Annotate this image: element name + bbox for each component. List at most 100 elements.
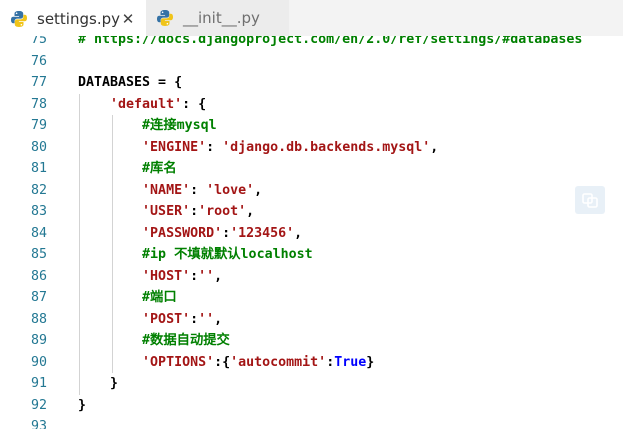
code-token: 'django.db.backends.mysql' [222,139,431,155]
code-text: #连接mysql [78,115,217,137]
line-number: 90 [30,354,47,370]
code-token: 'PASSWORD' [142,225,223,241]
code-token: '' [198,268,215,284]
line-number: 79 [30,118,47,133]
code-token: 'default' [110,96,183,112]
code-line[interactable]: 92} [0,395,623,417]
code-text: 'POST':'', [78,309,222,331]
code-token: : [190,204,199,219]
code-token: #端口 [142,290,177,305]
line-number: 76 [30,53,47,69]
code-token: 'autocommit' [230,354,327,370]
line-number: 82 [30,182,47,198]
code-token: , [294,225,303,241]
code-token: , [430,139,439,155]
code-token: 'root' [198,204,247,219]
code-token: #库名 [142,161,177,176]
code-token: , [214,311,223,327]
code-line[interactable]: 93 [0,416,623,429]
tab-label: settings.py [37,10,120,28]
code-line[interactable]: 90 'OPTIONS':{'autocommit':True} [0,351,623,374]
code-token: : [190,311,199,327]
code-text: 'PASSWORD':'123456', [78,223,302,245]
code-line[interactable]: 86 'HOST':'', [0,265,623,288]
line-number: 92 [30,397,47,413]
python-icon [11,11,27,27]
code-line[interactable]: 87 #端口 [0,287,623,309]
code-text: } [78,373,118,395]
code-token: , [254,182,263,198]
code-token: :{ [214,354,231,370]
code-editor[interactable]: 75 # https://docs.djangoproject.com/en/2.… [0,36,623,429]
code-token: 'OPTIONS' [142,354,215,370]
code-token: : [190,268,199,284]
code-line[interactable]: 75 # https://docs.djangoproject.com/en/2.… [0,36,623,51]
code-token: : [222,225,231,241]
translate-icon[interactable] [575,186,605,214]
code-line[interactable]: 81 #库名 [0,158,623,180]
code-line[interactable]: 82 'NAME': 'love', [0,179,623,201]
code-token: } [366,354,375,370]
code-line[interactable]: 83 'USER':'root', [0,201,623,223]
code-token: , [214,268,223,284]
python-icon [157,10,173,26]
code-text: } [78,395,86,417]
translate-icon-glyph [582,193,598,208]
line-number: 91 [30,376,47,391]
line-number: 75 [30,36,47,47]
code-token: , [246,204,255,219]
code-token: #ip 不填就默认localhost [142,247,313,262]
code-token: # https://docs.djangoproject.com/en/2.0/… [78,36,583,47]
code-line[interactable]: 78 'default': { [0,93,623,116]
code-line[interactable]: 84 'PASSWORD':'123456', [0,222,623,245]
close-icon[interactable]: ✕ [119,10,137,28]
code-text: DATABASES = { [78,72,182,94]
code-token: : [190,182,207,198]
tab-label: __init__.py [183,9,260,27]
code-text: #ip 不填就默认localhost [78,244,313,266]
code-text: 'ENGINE': 'django.db.backends.mysql', [78,137,438,159]
code-token: '' [198,311,215,327]
code-line[interactable]: 77 DATABASES = { [0,72,623,94]
tab-init-py[interactable]: __init__.py [146,0,289,36]
code-line[interactable]: 80 'ENGINE': 'django.db.backends.mysql', [0,136,623,159]
line-number: 84 [30,225,47,241]
line-number: 80 [30,139,47,155]
code-line[interactable]: 85 #ip 不填就默认localhost [0,244,623,266]
line-number: 87 [30,290,47,305]
code-text: 'HOST':'', [78,266,222,288]
line-number: 81 [30,161,47,176]
code-line[interactable]: 89 #数据自动提交 [0,330,623,352]
code-token: 'HOST' [142,268,191,284]
code-token: 'NAME' [142,182,191,198]
code-text: #数据自动提交 [78,330,230,352]
code-text: 'OPTIONS':{'autocommit':True} [78,352,374,374]
code-token: : { [182,96,207,112]
code-line[interactable]: 79 #连接mysql [0,115,623,137]
code-line[interactable]: 76 [0,51,623,73]
code-text: 'default': { [78,94,206,116]
code-line[interactable]: 91 } [0,373,623,395]
code-line[interactable]: 88 'POST':'', [0,308,623,331]
code-token: #连接mysql [142,118,217,133]
code-text: # https://docs.djangoproject.com/en/2.0/… [78,36,582,51]
line-number: 83 [30,204,47,219]
code-token: 'POST' [142,311,191,327]
line-number: 88 [30,311,47,327]
code-token: #数据自动提交 [142,333,230,348]
line-number: 89 [30,333,47,348]
line-number: 85 [30,247,47,262]
tab-settings-py[interactable]: settings.py ✕ [0,0,146,36]
code-text: 'USER':'root', [78,201,254,223]
code-token: '123456' [230,225,295,241]
code-text: #库名 [78,158,177,180]
